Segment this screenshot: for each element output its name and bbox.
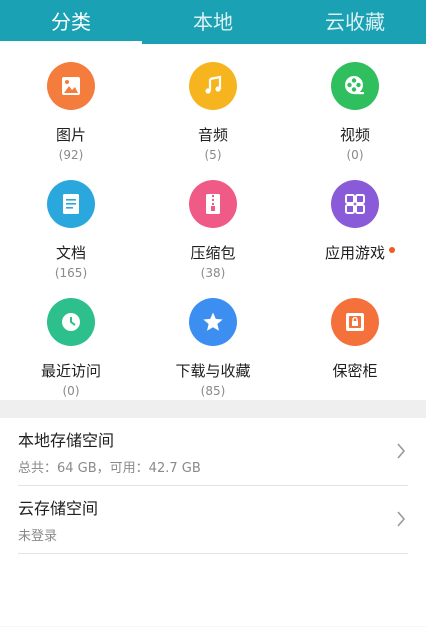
category-label: 保密柜 (332, 362, 378, 380)
category-label: 最近访问 (40, 362, 101, 380)
category-label: 应用游戏 (324, 242, 395, 263)
category-label-text: 应用游戏 (324, 244, 385, 262)
category-count: (85) (200, 384, 226, 398)
category-label: 压缩包 (190, 244, 236, 262)
category-video[interactable]: 视频 (0) (284, 62, 426, 180)
category-count: (92) (58, 148, 84, 162)
category-label: 文档 (55, 244, 86, 262)
apps-icon (331, 180, 379, 228)
category-count: (0) (346, 148, 364, 162)
local-storage-capacity: 总共：64 GB，可用：42.7 GB (18, 461, 201, 476)
category-downloads-favorites[interactable]: 下载与收藏 (85) (142, 298, 284, 416)
new-badge-dot (389, 247, 395, 253)
category-label: 图片 (55, 126, 86, 144)
document-icon (47, 180, 95, 228)
cloud-storage-row[interactable]: 云存储空间 未登录 (18, 486, 408, 554)
category-safe-box[interactable]: 保密柜 (284, 298, 426, 416)
category-label: 音频 (197, 126, 228, 144)
local-storage-row[interactable]: 本地存储空间 总共：64 GB，可用：42.7 GB (18, 418, 408, 486)
active-tab-indicator (0, 41, 142, 44)
category-documents[interactable]: 文档 (165) (0, 180, 142, 298)
top-tab-bar: 分类 本地 云收藏 (0, 0, 426, 44)
category-count: (165) (54, 266, 88, 280)
tab-category[interactable]: 分类 (0, 0, 142, 44)
category-archives[interactable]: 压缩包 (38) (142, 180, 284, 298)
category-label: 下载与收藏 (175, 362, 251, 380)
storage-section: 本地存储空间 总共：64 GB，可用：42.7 GB 云存储空间 未登录 (0, 418, 426, 554)
video-icon (331, 62, 379, 110)
cloud-storage-title: 云存储空间 (18, 499, 99, 518)
category-audio[interactable]: 音频 (5) (142, 62, 284, 180)
category-count: (38) (200, 266, 226, 280)
category-images[interactable]: 图片 (92) (0, 62, 142, 180)
category-count: (0) (62, 384, 80, 398)
chevron-right-icon (397, 443, 406, 459)
clock-icon (47, 298, 95, 346)
category-apps-games[interactable]: 应用游戏 (284, 180, 426, 298)
category-grid: 图片 (92) 音频 (5) 视频 (0) 文档 (165) 压缩包 (38) (0, 44, 426, 400)
archive-icon (189, 180, 237, 228)
chevron-right-icon (397, 511, 406, 527)
cloud-storage-status: 未登录 (18, 529, 58, 544)
category-count: (5) (204, 148, 222, 162)
music-icon (189, 62, 237, 110)
tab-local[interactable]: 本地 (142, 0, 284, 44)
star-icon (189, 298, 237, 346)
safe-icon (331, 298, 379, 346)
local-storage-title: 本地存储空间 (18, 431, 115, 450)
bottom-empty-area (0, 554, 426, 626)
image-icon (47, 62, 95, 110)
category-label: 视频 (339, 126, 370, 144)
tab-cloud-favorites[interactable]: 云收藏 (284, 0, 426, 44)
category-recent[interactable]: 最近访问 (0) (0, 298, 142, 416)
